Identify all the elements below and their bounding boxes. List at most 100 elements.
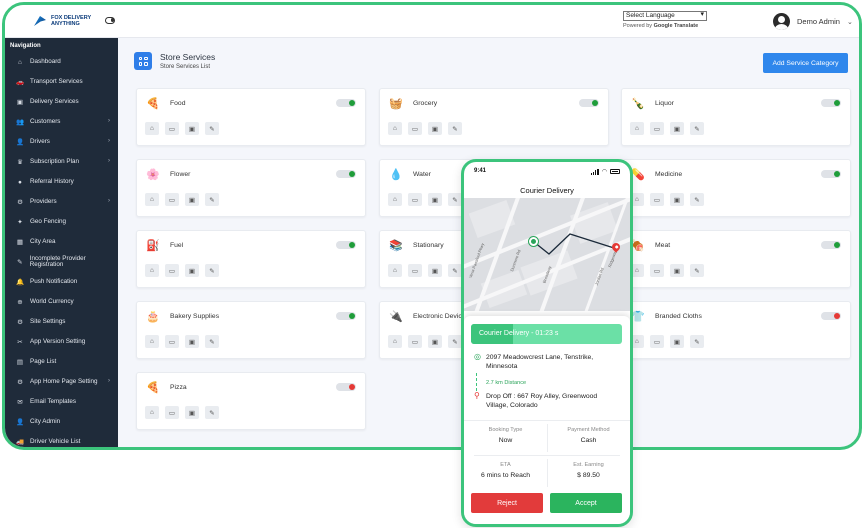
- sidebar-item-app-version-setting[interactable]: ✂ App Version Setting: [5, 332, 118, 352]
- store-icon[interactable]: ▭: [408, 193, 422, 206]
- earning-value: $ 89.50: [577, 472, 600, 479]
- briefcase-icon[interactable]: ▣: [428, 264, 442, 277]
- map-view[interactable]: Veva Pansford Pkwy Dunmore Rd Broadway J…: [464, 198, 630, 311]
- store-icon[interactable]: ▭: [165, 335, 179, 348]
- service-toggle[interactable]: [821, 241, 841, 249]
- home-icon[interactable]: ⌂: [388, 264, 402, 277]
- reject-button[interactable]: Reject: [471, 493, 543, 513]
- service-name: Bakery Supplies: [170, 313, 220, 320]
- service-toggle[interactable]: [579, 99, 599, 107]
- sidebar-item-incomplete-provider-registration[interactable]: ✎ Incomplete Provider Registration: [5, 252, 118, 272]
- home-icon[interactable]: ⌂: [145, 122, 159, 135]
- briefcase-icon[interactable]: ▣: [185, 335, 199, 348]
- service-toggle[interactable]: [336, 383, 356, 391]
- briefcase-icon[interactable]: ▣: [670, 335, 684, 348]
- google-translate-link[interactable]: Google Translate: [654, 23, 699, 29]
- briefcase-icon[interactable]: ▣: [670, 122, 684, 135]
- store-icon[interactable]: ▭: [165, 264, 179, 277]
- sidebar-item-label: Drivers: [30, 137, 50, 145]
- sidebar-item-label: Driver Vehicle List: [30, 437, 81, 445]
- store-icon[interactable]: ▭: [408, 122, 422, 135]
- service-toggle[interactable]: [336, 99, 356, 107]
- card-actions: ⌂ ▭ ▣ ✎: [388, 122, 462, 135]
- edit-icon[interactable]: ✎: [205, 193, 219, 206]
- toggle-knob: [834, 171, 840, 177]
- briefcase-icon[interactable]: ▣: [428, 335, 442, 348]
- home-icon[interactable]: ⌂: [145, 264, 159, 277]
- store-icon[interactable]: ▭: [650, 122, 664, 135]
- sidebar-item-transport-services[interactable]: 🚗 Transport Services: [5, 72, 118, 92]
- sidebar-item-push-notification[interactable]: 🔔 Push Notification: [5, 272, 118, 292]
- home-icon[interactable]: ⌂: [630, 122, 644, 135]
- sidebar-item-dashboard[interactable]: ⌂ Dashboard: [5, 52, 118, 72]
- service-toggle[interactable]: [336, 170, 356, 178]
- accept-button[interactable]: Accept: [550, 493, 622, 513]
- home-icon[interactable]: ⌂: [388, 193, 402, 206]
- service-name: Meat: [655, 242, 671, 249]
- store-icon[interactable]: ▭: [650, 193, 664, 206]
- edit-icon[interactable]: ✎: [205, 406, 219, 419]
- sidebar-item-referral-history[interactable]: ● Referral History: [5, 172, 118, 192]
- store-icon[interactable]: ▭: [165, 122, 179, 135]
- sidebar-item-geo-fencing[interactable]: ✦ Geo Fencing: [5, 212, 118, 232]
- edit-icon[interactable]: ✎: [205, 122, 219, 135]
- store-icon[interactable]: ▭: [650, 335, 664, 348]
- edit-icon[interactable]: ✎: [205, 264, 219, 277]
- service-name: Branded Cloths: [655, 313, 702, 320]
- edit-icon[interactable]: ✎: [690, 122, 704, 135]
- store-icon[interactable]: ▭: [408, 264, 422, 277]
- home-icon[interactable]: ⌂: [145, 335, 159, 348]
- sidebar-item-site-settings[interactable]: ⚙ Site Settings: [5, 312, 118, 332]
- card-actions: ⌂ ▭ ▣ ✎: [388, 193, 462, 206]
- briefcase-icon[interactable]: ▣: [185, 122, 199, 135]
- sidebar-item-world-currency[interactable]: ⊕ World Currency: [5, 292, 118, 312]
- briefcase-icon[interactable]: ▣: [428, 193, 442, 206]
- sidebar-item-page-list[interactable]: ▤ Page List: [5, 352, 118, 372]
- theme-toggle-icon[interactable]: [105, 17, 115, 24]
- edit-icon[interactable]: ✎: [448, 264, 462, 277]
- service-toggle[interactable]: [821, 312, 841, 320]
- sidebar-item-app-home-page-setting[interactable]: ⚙ App Home Page Setting ›: [5, 372, 118, 392]
- store-icon[interactable]: ▭: [165, 193, 179, 206]
- briefcase-icon[interactable]: ▣: [185, 406, 199, 419]
- service-toggle[interactable]: [336, 241, 356, 249]
- service-toggle[interactable]: [336, 312, 356, 320]
- edit-icon[interactable]: ✎: [690, 264, 704, 277]
- home-icon[interactable]: ⌂: [388, 335, 402, 348]
- briefcase-icon[interactable]: ▣: [428, 122, 442, 135]
- brand-logo[interactable]: FOX DELIVERY ANYTHING: [33, 14, 97, 28]
- briefcase-icon[interactable]: ▣: [185, 264, 199, 277]
- sidebar-item-customers[interactable]: 👥 Customers ›: [5, 112, 118, 132]
- home-icon[interactable]: ⌂: [145, 406, 159, 419]
- add-service-category-button[interactable]: Add Service Category: [763, 53, 848, 73]
- home-icon[interactable]: ⌂: [388, 122, 402, 135]
- service-name: Stationary: [413, 242, 444, 249]
- sidebar-item-delivery-services[interactable]: ▣ Delivery Services: [5, 92, 118, 112]
- store-icon[interactable]: ▭: [408, 335, 422, 348]
- edit-icon[interactable]: ✎: [448, 335, 462, 348]
- sidebar-item-city-admin[interactable]: 👤 City Admin: [5, 412, 118, 432]
- sidebar-item-providers[interactable]: ⚙ Providers ›: [5, 192, 118, 212]
- service-toggle[interactable]: [821, 99, 841, 107]
- sidebar-item-subscription-plan[interactable]: ♛ Subscription Plan ›: [5, 152, 118, 172]
- language-select[interactable]: Select Language: [623, 11, 707, 21]
- sidebar-item-driver-vehicle-list[interactable]: 🚚 Driver Vehicle List: [5, 432, 118, 447]
- home-icon[interactable]: ⌂: [145, 193, 159, 206]
- service-toggle[interactable]: [821, 170, 841, 178]
- edit-icon[interactable]: ✎: [690, 335, 704, 348]
- edit-icon[interactable]: ✎: [448, 193, 462, 206]
- store-icon[interactable]: ▭: [650, 264, 664, 277]
- edit-icon[interactable]: ✎: [448, 122, 462, 135]
- briefcase-icon[interactable]: ▣: [185, 193, 199, 206]
- store-icon[interactable]: ▭: [165, 406, 179, 419]
- home-icon: ⌂: [18, 58, 22, 66]
- briefcase-icon[interactable]: ▣: [670, 193, 684, 206]
- user-menu[interactable]: Demo Admin ⌄: [773, 13, 853, 30]
- edit-icon[interactable]: ✎: [690, 193, 704, 206]
- edit-icon[interactable]: ✎: [205, 335, 219, 348]
- sidebar-item-drivers[interactable]: 👤 Drivers ›: [5, 132, 118, 152]
- briefcase-icon[interactable]: ▣: [670, 264, 684, 277]
- sidebar-item-city-area[interactable]: ▦ City Area: [5, 232, 118, 252]
- nav-list: ⌂ Dashboard 🚗 Transport Services ▣ Delivery S…: [5, 52, 118, 447]
- sidebar-item-email-templates[interactable]: ✉ Email Templates: [5, 392, 118, 412]
